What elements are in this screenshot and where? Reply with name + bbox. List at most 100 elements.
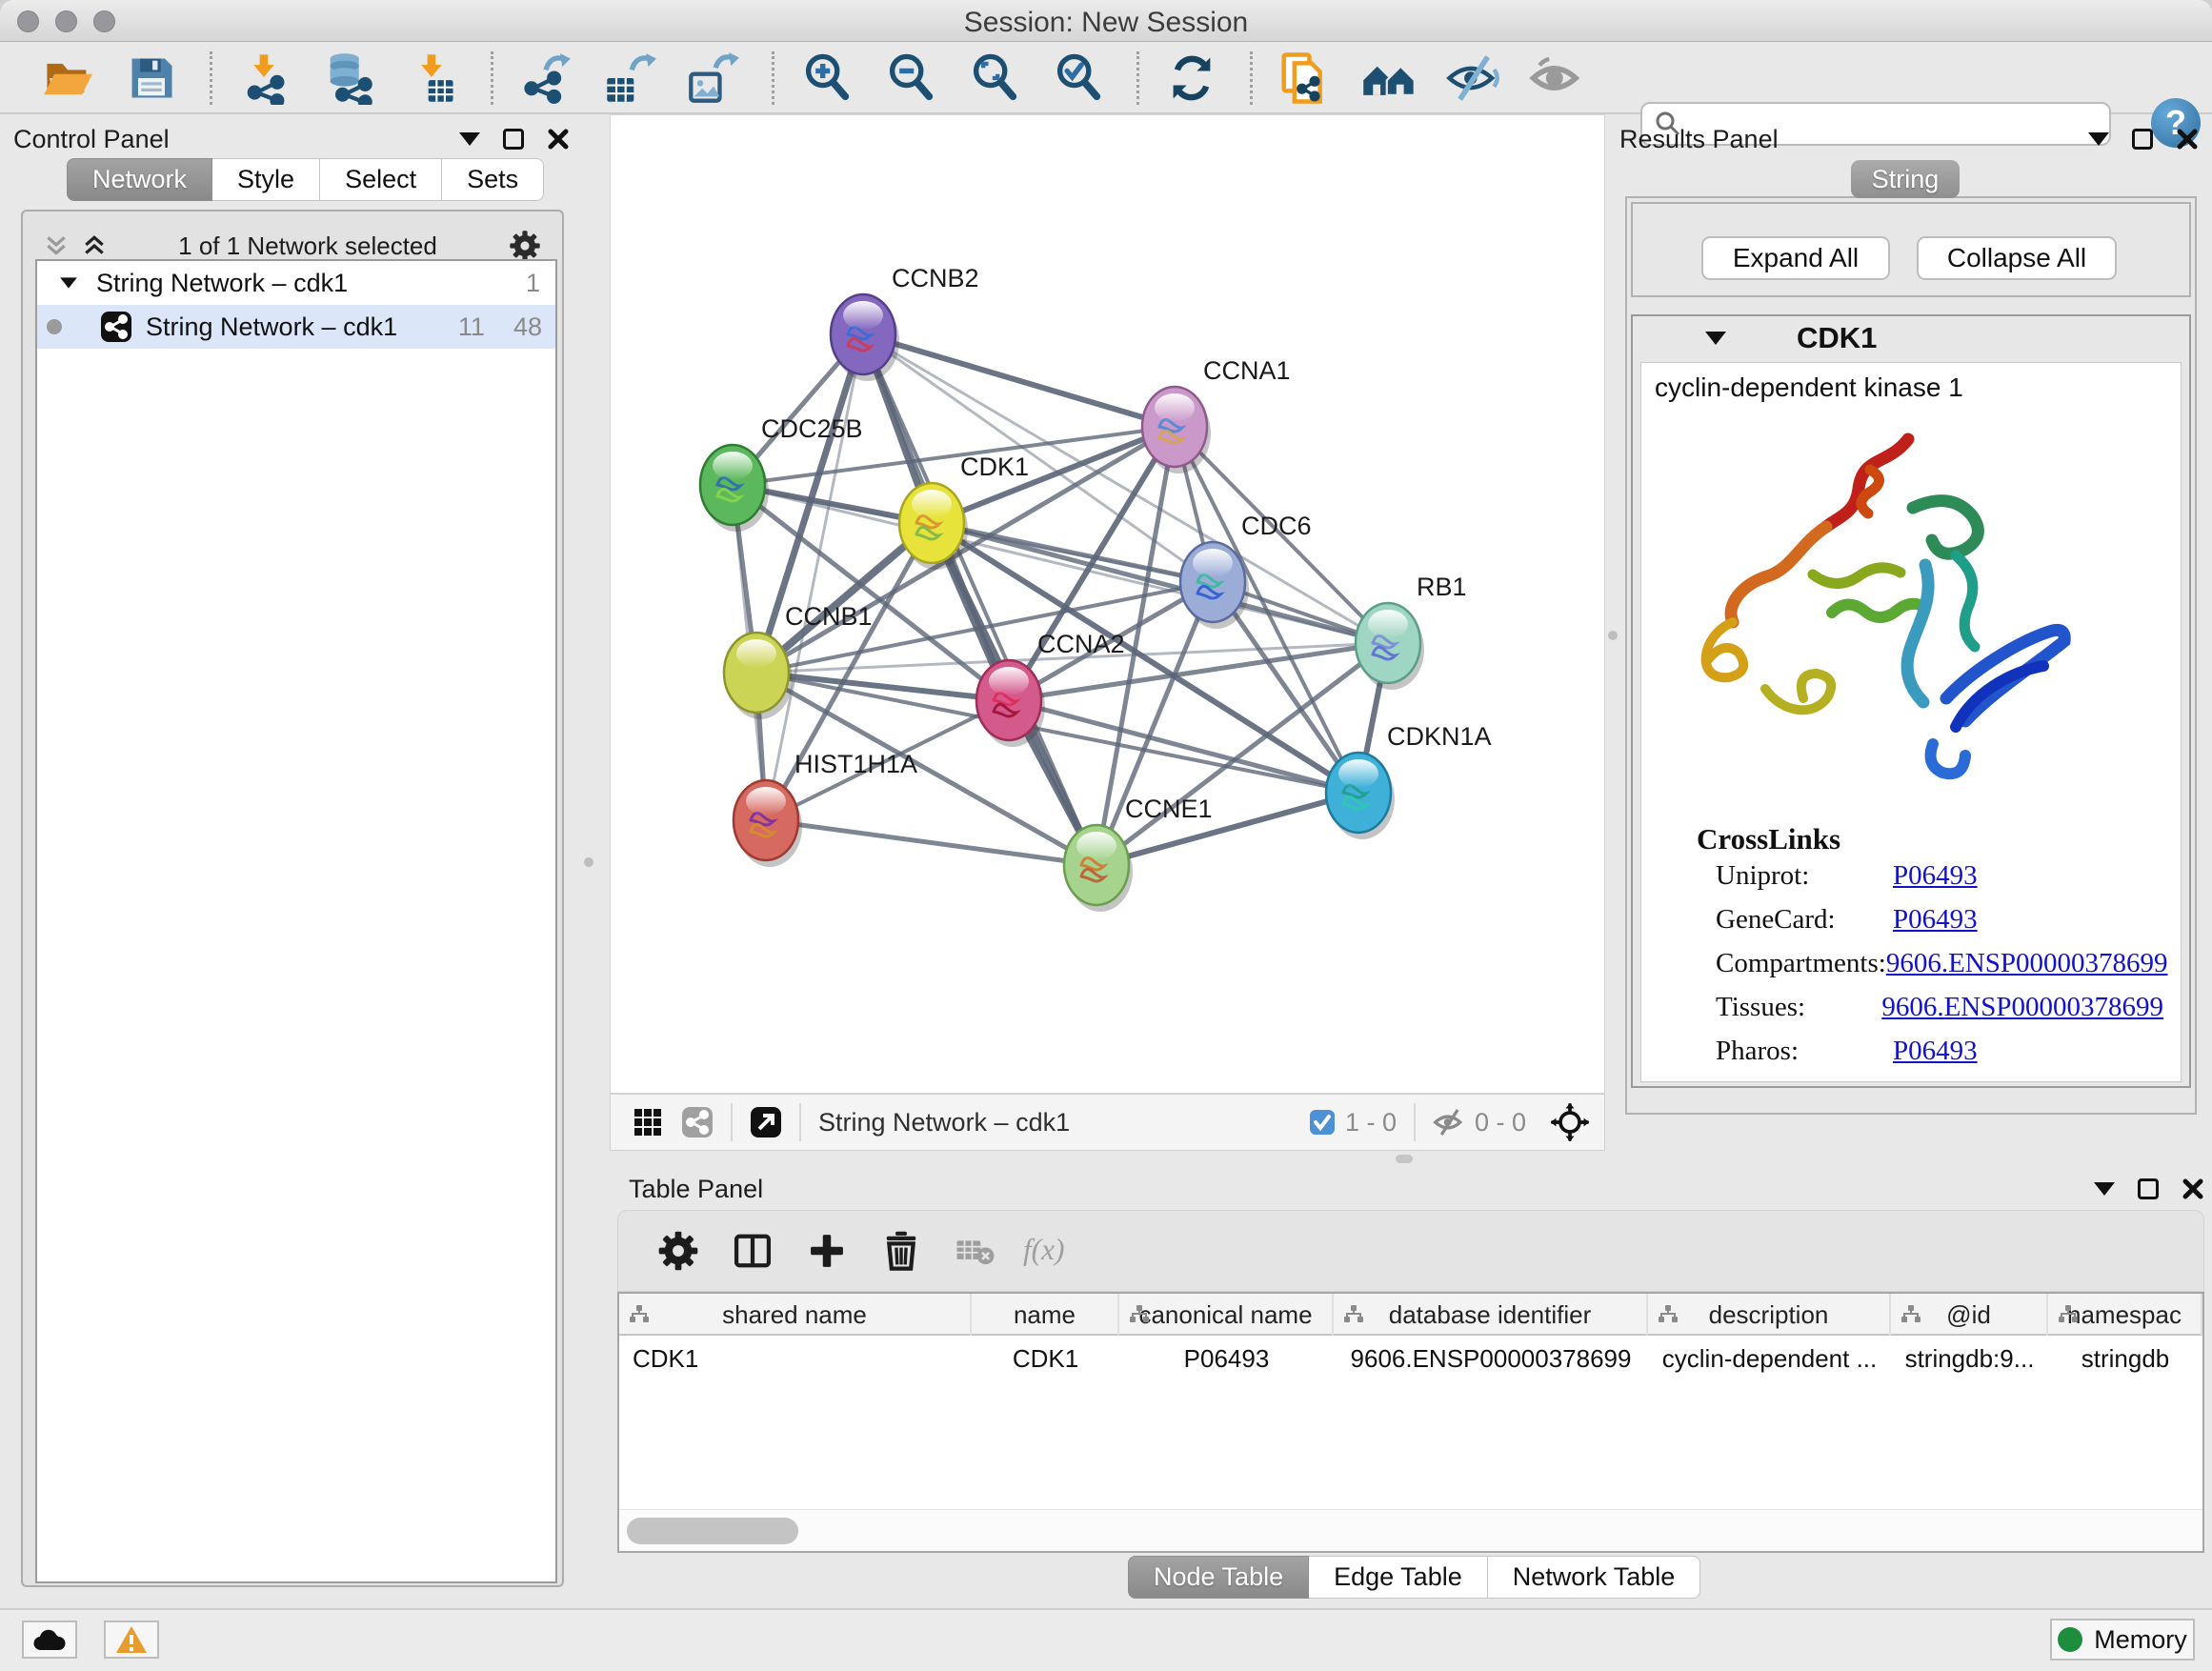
birdseye-icon[interactable]	[750, 1106, 782, 1138]
table-toolbar: f(x)	[617, 1210, 2204, 1292]
edge-CCNB2-CCNA1[interactable]	[863, 334, 1175, 427]
table-settings-button[interactable]	[647, 1222, 710, 1279]
column-header-database-identifier[interactable]: database identifier	[1334, 1294, 1648, 1336]
refresh-icon	[1165, 51, 1218, 105]
column-header-namespac[interactable]: namespac	[2048, 1294, 2202, 1336]
entry-collapse-icon[interactable]	[1705, 332, 1726, 345]
crosslink-link[interactable]: P06493	[1893, 1036, 1978, 1079]
entry-header[interactable]: CDK1	[1633, 316, 2189, 360]
float-panel-icon[interactable]	[2132, 129, 2153, 150]
column-header-canonical-name[interactable]: canonical name	[1119, 1294, 1334, 1336]
import-table-file-button[interactable]	[403, 49, 462, 108]
memory-button[interactable]: Memory	[2050, 1619, 2195, 1661]
zoom-in-button[interactable]	[797, 49, 856, 108]
zoom-selected-button[interactable]	[1049, 49, 1108, 108]
network-canvas[interactable]: CCNB2CCNA1CDC25BCDK1CDC6RB1CCNB1CCNA2CDK…	[610, 114, 1605, 1094]
warning-status-button[interactable]	[104, 1621, 159, 1659]
save-session-button[interactable]	[122, 49, 181, 108]
selected-checkbox-icon[interactable]	[1309, 1109, 1336, 1136]
horizontal-scrollbar[interactable]	[619, 1509, 2202, 1551]
export-network-button[interactable]	[516, 49, 575, 108]
float-panel-icon[interactable]	[2138, 1178, 2159, 1199]
crosslink-link[interactable]: P06493	[1893, 860, 1978, 904]
collapse-panel-icon[interactable]	[459, 132, 480, 146]
export-table-button[interactable]	[600, 49, 659, 108]
table-cell[interactable]: 9606.ENSP00000378699	[1334, 1338, 1648, 1379]
table-cell[interactable]: cyclin-dependent ...	[1648, 1338, 1891, 1379]
crosslink-link[interactable]: 9606.ENSP00000378699	[1886, 948, 2168, 992]
split-columns-button[interactable]	[721, 1222, 784, 1279]
zoom-fit-button[interactable]	[965, 49, 1024, 108]
close-panel-icon[interactable]	[2176, 128, 2199, 151]
bottom-splitter-handle[interactable]	[1396, 1155, 1413, 1163]
function-builder-button[interactable]: f(x)	[1018, 1222, 1081, 1279]
network-tree-child-row[interactable]: String Network – cdk1 11 48	[37, 305, 555, 349]
table-cell[interactable]: P06493	[1119, 1338, 1334, 1379]
tab-select[interactable]: Select	[320, 158, 442, 201]
network-tree-root-row[interactable]: String Network – cdk1 1	[37, 261, 555, 305]
network-view-toolbar: String Network – cdk1 1 - 0 0 - 0	[610, 1094, 1605, 1151]
column-header-name[interactable]: name	[972, 1294, 1119, 1336]
close-panel-icon[interactable]	[2182, 1178, 2204, 1200]
network-graph[interactable]: CCNB2CCNA1CDC25BCDK1CDC6RB1CCNB1CCNA2CDK…	[611, 115, 1604, 1093]
expand-all-tree-icon[interactable]	[44, 233, 69, 258]
tab-network-table[interactable]: Network Table	[1488, 1556, 1701, 1599]
tab-edge-table[interactable]: Edge Table	[1309, 1556, 1488, 1599]
expand-all-button[interactable]: Expand All	[1701, 236, 1890, 280]
crosshair-icon[interactable]	[1551, 1103, 1589, 1141]
plus-icon	[806, 1230, 848, 1272]
zoom-out-button[interactable]	[881, 49, 940, 108]
column-header-description[interactable]: description	[1648, 1294, 1891, 1336]
collapse-panel-icon[interactable]	[2088, 132, 2109, 146]
collapse-all-tree-icon[interactable]	[82, 233, 107, 258]
delete-column-button[interactable]	[870, 1222, 933, 1279]
crosslink-label: Pharos:	[1716, 1036, 1893, 1079]
export-image-button[interactable]	[684, 49, 743, 108]
first-neighbors-button[interactable]	[1359, 49, 1418, 108]
left-splitter-handle[interactable]	[584, 857, 593, 867]
grid-view-icon[interactable]	[633, 1108, 662, 1137]
table-cell[interactable]: stringdb	[2048, 1338, 2202, 1379]
collapse-all-button[interactable]: Collapse All	[1917, 236, 2117, 280]
cloud-status-button[interactable]	[22, 1621, 77, 1659]
table-cell[interactable]: stringdb:9...	[1891, 1338, 2048, 1379]
tab-network[interactable]: Network	[67, 158, 212, 201]
edge-HIST1H1A-CCNE1[interactable]	[766, 820, 1096, 865]
right-splitter-handle[interactable]	[1608, 631, 1618, 640]
delete-table-button[interactable]	[944, 1222, 1007, 1279]
network-options-gear-icon[interactable]	[509, 230, 541, 262]
import-table-icon	[406, 51, 459, 105]
import-network-database-button[interactable]	[319, 49, 378, 108]
table-row[interactable]: CDK1CDK1P064939606.ENSP00000378699cyclin…	[619, 1338, 2202, 1379]
open-session-button[interactable]	[38, 49, 97, 108]
export-image-icon	[687, 51, 740, 105]
copy-style-button[interactable]	[1276, 49, 1335, 108]
toolbar-separator	[1136, 51, 1139, 105]
hidden-eye-icon[interactable]	[1433, 1106, 1465, 1138]
column-tree-icon	[629, 1305, 650, 1324]
hide-selected-button[interactable]	[1443, 49, 1502, 108]
share-view-icon[interactable]	[681, 1106, 714, 1138]
tab-sets[interactable]: Sets	[442, 158, 544, 201]
float-panel-icon[interactable]	[503, 129, 524, 150]
tab-node-table[interactable]: Node Table	[1128, 1556, 1309, 1599]
show-all-button[interactable]	[1527, 49, 1586, 108]
tab-style[interactable]: Style	[212, 158, 320, 201]
scrollbar-thumb[interactable]	[627, 1518, 798, 1544]
crosslinks-title: CrossLinks	[1697, 822, 1840, 856]
crosslink-link[interactable]: 9606.ENSP00000378699	[1881, 992, 2163, 1036]
column-header-@id[interactable]: @id	[1891, 1294, 2048, 1336]
tree-expand-icon[interactable]	[60, 277, 77, 288]
refresh-view-button[interactable]	[1162, 49, 1221, 108]
import-network-file-button[interactable]	[235, 49, 294, 108]
column-header-shared-name[interactable]: shared name	[619, 1294, 972, 1336]
table-cell[interactable]: CDK1	[972, 1338, 1119, 1379]
add-column-button[interactable]	[795, 1222, 858, 1279]
crosslink-link[interactable]: P06493	[1893, 904, 1978, 948]
network-dot-icon	[47, 319, 62, 334]
entry-content: cyclin-dependent kinase 1	[1640, 362, 2182, 1082]
table-cell[interactable]: CDK1	[619, 1338, 972, 1379]
collapse-panel-icon[interactable]	[2094, 1182, 2115, 1196]
results-tab-string[interactable]: String	[1851, 160, 1960, 198]
close-panel-icon[interactable]	[547, 128, 570, 151]
